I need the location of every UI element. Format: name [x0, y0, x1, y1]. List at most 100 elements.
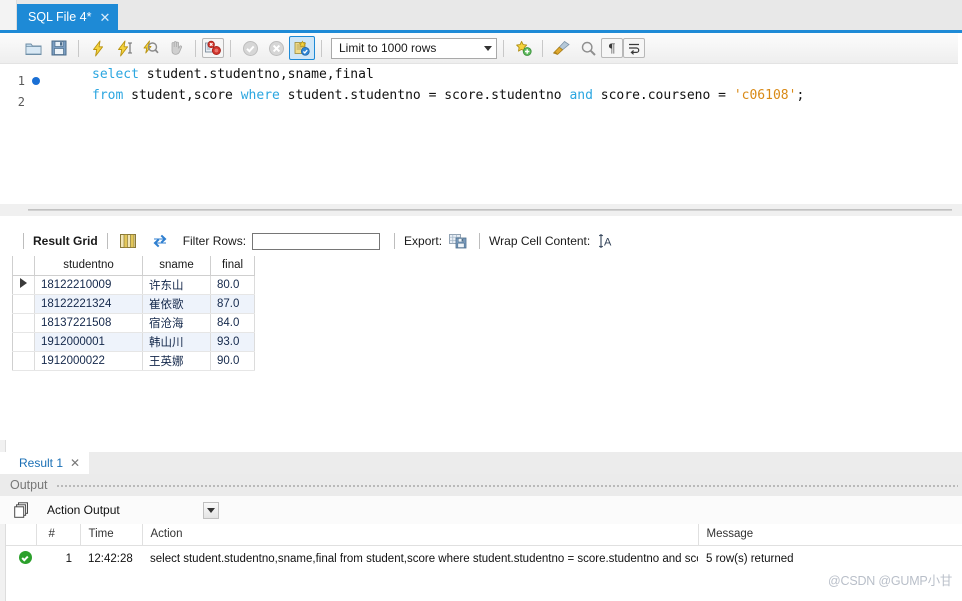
- cell-studentno[interactable]: 1912000001: [34, 332, 143, 352]
- num-column-header: #: [36, 524, 81, 546]
- row-limit-value: Limit to 1000 rows: [339, 41, 437, 55]
- editor-code-line: from student,score where student.student…: [92, 88, 805, 103]
- cell-final[interactable]: 93.0: [210, 332, 255, 352]
- row-selector-cell[interactable]: [12, 313, 35, 333]
- wrap-cell-content-icon[interactable]: A: [595, 231, 617, 251]
- beautify-query-icon[interactable]: [549, 36, 575, 60]
- row-selector-column-header: [12, 256, 35, 276]
- toolbar-separator-6: [542, 39, 543, 57]
- chevron-down-icon[interactable]: [484, 45, 492, 51]
- result-tab-label: Result 1: [19, 456, 64, 470]
- action-output-header-row: # Time Action Message: [6, 524, 962, 546]
- result-grid-toolbar: Result Grid Filter Rows: Export: Wrap Ce…: [0, 228, 962, 254]
- row-selector-cell[interactable]: [12, 275, 35, 295]
- status-badge: [6, 545, 36, 572]
- sql-editor[interactable]: 12 select student.studentno,sname,final f…: [0, 64, 962, 204]
- autocommit-icon[interactable]: [289, 36, 315, 60]
- toggle-wrapping-icon[interactable]: [623, 38, 645, 58]
- column-header-studentno[interactable]: studentno: [34, 256, 143, 276]
- log-row-message: 5 row(s) returned: [706, 552, 794, 565]
- toolbar-separator-2: [195, 39, 196, 57]
- cell-sname[interactable]: 许东山: [142, 275, 211, 295]
- cell-studentno[interactable]: 18122210009: [34, 275, 143, 295]
- row-selector-cell[interactable]: [12, 294, 35, 314]
- editor-current-statement-marker: [32, 77, 40, 85]
- tab-bar-left-gutter: [0, 0, 17, 30]
- editor-code-area[interactable]: select student.studentno,sname,final from…: [47, 64, 962, 204]
- wrap-cell-content-label: Wrap Cell Content:: [489, 234, 591, 248]
- cell-studentno[interactable]: 1912000022: [34, 351, 143, 371]
- row-selector-cell[interactable]: [12, 332, 35, 352]
- message-column-header: Message: [698, 524, 962, 546]
- find-icon[interactable]: [575, 36, 601, 60]
- filter-rows-input[interactable]: [252, 232, 381, 250]
- toolbar-separator-5: [503, 39, 504, 57]
- cell-final[interactable]: 80.0: [210, 275, 255, 295]
- table-row[interactable]: 1912000001 韩山川 93.0: [12, 332, 255, 352]
- cell-sname[interactable]: 宿沧海: [142, 313, 211, 333]
- close-icon[interactable]: ✕: [99, 11, 110, 24]
- execute-current-statement-icon[interactable]: [111, 36, 137, 60]
- editor-gutter: 12: [0, 64, 47, 204]
- result-grid-header-row: studentno sname final: [12, 256, 255, 276]
- cell-sname[interactable]: 崔依歌: [142, 294, 211, 314]
- cell-final[interactable]: 87.0: [210, 294, 255, 314]
- result-grid-table: studentno sname final 18122210009 许东山 80.0 18…: [12, 256, 255, 371]
- cell-studentno[interactable]: 18137221508: [34, 313, 143, 333]
- table-row[interactable]: 18137221508 宿沧海 84.0: [12, 313, 255, 333]
- output-panel-title: Output: [10, 478, 48, 492]
- grid-view-icon[interactable]: [117, 231, 139, 251]
- execute-statement-icon[interactable]: [85, 36, 111, 60]
- cell-final[interactable]: 90.0: [210, 351, 255, 371]
- toggle-stop-on-error-icon[interactable]: [202, 38, 224, 58]
- close-icon[interactable]: ✕: [70, 456, 80, 470]
- output-type-dropdown[interactable]: Action Output: [41, 500, 221, 520]
- splitter-handle[interactable]: [28, 209, 952, 211]
- cell-sname[interactable]: 韩山川: [142, 332, 211, 352]
- tab-label: SQL File 4*: [28, 10, 92, 24]
- column-header-sname[interactable]: sname: [142, 256, 211, 276]
- column-header-final[interactable]: final: [210, 256, 255, 276]
- action-output-log[interactable]: # Time Action Message 1 12:42:28 select st…: [6, 524, 962, 601]
- stop-execution-icon[interactable]: [163, 36, 189, 60]
- log-row-time: 12:42:28: [88, 552, 133, 565]
- svg-text:¶: ¶: [608, 42, 616, 56]
- table-row[interactable]: 1912000022 王英娜 90.0: [12, 351, 255, 371]
- export-recordset-icon[interactable]: [447, 231, 469, 251]
- result-tab-result-1[interactable]: Result 1 ✕: [10, 452, 90, 474]
- table-row[interactable]: 18122210009 许东山 80.0: [12, 275, 255, 295]
- result-grid-label: Result Grid: [33, 234, 98, 248]
- log-row-action: select student.studentno,sname,final fro…: [150, 552, 698, 565]
- chevron-down-icon[interactable]: [203, 501, 219, 519]
- output-type-selector-bar: Action Output: [0, 496, 962, 524]
- cell-studentno[interactable]: 18122221324: [34, 294, 143, 314]
- toolbar-separator: [78, 39, 79, 57]
- cell-final[interactable]: 84.0: [210, 313, 255, 333]
- row-selector-cell[interactable]: [12, 351, 35, 371]
- table-row[interactable]: 18122221324 崔依歌 87.0: [12, 294, 255, 314]
- toggle-invisible-chars-icon[interactable]: ¶: [601, 38, 623, 58]
- add-snippet-icon[interactable]: [510, 36, 536, 60]
- row-limit-dropdown[interactable]: Limit to 1000 rows: [331, 37, 497, 59]
- cell-sname[interactable]: 王英娜: [142, 351, 211, 371]
- success-check-icon: [18, 550, 32, 564]
- result-grid[interactable]: studentno sname final 18122210009 许东山 80.0 18…: [12, 256, 962, 392]
- explain-query-icon[interactable]: [137, 36, 163, 60]
- tab-sql-file-4[interactable]: SQL File 4* ✕: [17, 4, 119, 30]
- editor-code-line: select student.studentno,sname,final: [92, 67, 374, 82]
- log-row-number: 1: [65, 552, 72, 565]
- action-output-body: 1 12:42:28 select student.studentno,sname,…: [6, 545, 962, 572]
- editor-line-number: 1: [17, 74, 25, 88]
- status-column-header: [6, 524, 37, 546]
- open-sql-script-icon[interactable]: [20, 36, 46, 60]
- editor-line-number: 2: [17, 95, 25, 109]
- mysql-workbench-window: SQL File 4* ✕ Limit to 1000 rows ¶ 1 2 s…: [0, 0, 962, 601]
- refresh-icon[interactable]: [149, 231, 171, 251]
- sql-editor-toolbar: Limit to 1000 rows ¶: [0, 33, 962, 64]
- list-item[interactable]: 1 12:42:28 select student.studentno,sname,…: [6, 545, 962, 572]
- rollback-icon[interactable]: [263, 36, 289, 60]
- commit-icon[interactable]: [237, 36, 263, 60]
- output-type-value: Action Output: [47, 503, 120, 517]
- grid-toolbar-separator-4: [479, 233, 481, 249]
- save-script-icon[interactable]: [46, 36, 72, 60]
